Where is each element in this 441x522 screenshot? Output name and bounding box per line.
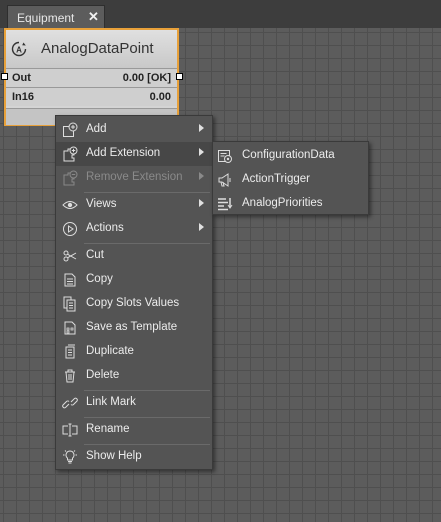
- menu-item-label: Views: [86, 198, 117, 210]
- menu-item-actions[interactable]: Actions: [56, 217, 212, 241]
- menu-item-label: Link Mark: [86, 396, 136, 408]
- lightbulb-icon: [62, 449, 78, 465]
- tab-label: Equipment: [17, 11, 75, 25]
- menu-item-label: Add: [86, 123, 107, 135]
- submenu-arrow-icon: [199, 223, 204, 231]
- submenu-arrow-icon: [199, 199, 204, 207]
- menu-item-label: Save as Template: [86, 321, 178, 333]
- svg-text:A: A: [16, 46, 22, 55]
- menu-item-label: Duplicate: [86, 345, 134, 357]
- component-header: A AnalogDataPoint: [6, 30, 177, 68]
- menu-item-label: Delete: [86, 369, 120, 381]
- submenu-arrow-icon: [199, 124, 204, 132]
- submenu-arrow-icon: [199, 172, 204, 180]
- menu-item-remove-extension[interactable]: Remove Extension: [56, 166, 212, 190]
- megaphone-icon: [217, 172, 233, 188]
- menu-item-label: Show Help: [86, 450, 142, 462]
- menu-item-label: Add Extension: [86, 147, 161, 159]
- menu-item-label: Actions: [86, 222, 124, 234]
- output-pin[interactable]: [176, 73, 183, 80]
- menu-item-label: Cut: [86, 249, 104, 261]
- tab-bar: Equipment ✕: [0, 0, 441, 28]
- menu-item-link-mark[interactable]: Link Mark: [56, 391, 212, 415]
- slot-row-out[interactable]: Out 0.00 [OK]: [6, 68, 177, 87]
- submenu-arrow-icon: [199, 148, 204, 156]
- input-pin[interactable]: [1, 73, 8, 80]
- submenu-item-action-trigger[interactable]: ActionTrigger: [213, 168, 368, 192]
- context-menu: Add Add Extension Remove Extension Views…: [55, 115, 213, 470]
- submenu-item-label: ActionTrigger: [242, 173, 310, 185]
- scissors-icon: [62, 248, 78, 264]
- duplicate-icon: [62, 344, 78, 360]
- remove-extension-icon: [62, 170, 78, 186]
- priorities-icon: [217, 196, 233, 212]
- menu-item-save-as-template[interactable]: Save as Template: [56, 316, 212, 340]
- play-icon: [62, 221, 78, 237]
- rename-icon: [62, 422, 78, 438]
- component-title: AnalogDataPoint: [41, 40, 154, 57]
- menu-item-add[interactable]: Add: [56, 118, 212, 142]
- slot-value: 0.00: [149, 91, 171, 103]
- submenu-item-analog-priorities[interactable]: AnalogPriorities: [213, 192, 368, 216]
- menu-item-views[interactable]: Views: [56, 193, 212, 217]
- add-icon: [62, 122, 78, 138]
- submenu-item-label: AnalogPriorities: [242, 197, 323, 209]
- menu-item-add-extension[interactable]: Add Extension: [56, 142, 212, 166]
- menu-item-label: Copy: [86, 273, 113, 285]
- slot-value: 0.00 [OK]: [122, 72, 171, 84]
- menu-item-delete[interactable]: Delete: [56, 364, 212, 388]
- analog-point-icon: A: [11, 41, 27, 57]
- menu-item-copy-slots-values[interactable]: Copy Slots Values: [56, 292, 212, 316]
- close-icon[interactable]: ✕: [88, 9, 99, 25]
- menu-item-label: Rename: [86, 423, 130, 435]
- slot-name: Out: [12, 72, 31, 84]
- submenu-item-configuration-data[interactable]: ConfigurationData: [213, 144, 368, 168]
- slot-row-in16[interactable]: In16 0.00: [6, 87, 177, 106]
- template-icon: [62, 320, 78, 336]
- menu-item-show-help[interactable]: Show Help: [56, 445, 212, 469]
- submenu-item-label: ConfigurationData: [242, 149, 335, 161]
- menu-item-copy[interactable]: Copy: [56, 268, 212, 292]
- add-extension-icon: [62, 146, 78, 162]
- component-block[interactable]: A AnalogDataPoint Out 0.00 [OK] In16 0.0…: [4, 28, 179, 126]
- menu-item-label: Copy Slots Values: [86, 297, 180, 309]
- slot-name: In16: [12, 91, 35, 103]
- menu-item-duplicate[interactable]: Duplicate: [56, 340, 212, 364]
- menu-item-rename[interactable]: Rename: [56, 418, 212, 442]
- menu-item-cut[interactable]: Cut: [56, 244, 212, 268]
- trash-icon: [62, 368, 78, 384]
- link-icon: [62, 395, 78, 411]
- copy-slots-icon: [62, 296, 78, 312]
- add-extension-submenu: ConfigurationData ActionTrigger AnalogPr…: [212, 141, 369, 215]
- eye-icon: [62, 197, 78, 213]
- config-data-icon: [217, 148, 233, 164]
- menu-item-label: Remove Extension: [86, 171, 183, 183]
- tab-equipment[interactable]: Equipment ✕: [7, 5, 105, 28]
- copy-icon: [62, 272, 78, 288]
